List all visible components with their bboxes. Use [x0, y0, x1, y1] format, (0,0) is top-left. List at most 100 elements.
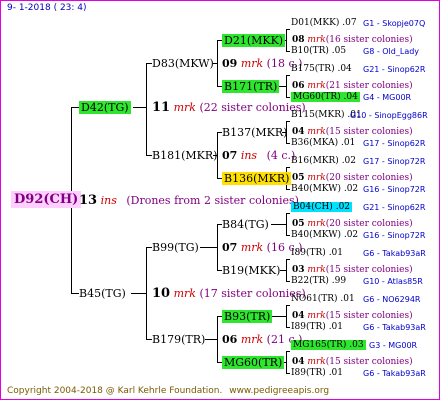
gen2-node[interactable]: B179(TR)	[152, 333, 205, 346]
connector	[205, 339, 217, 340]
root-queen[interactable]: D92(CH)	[11, 191, 82, 208]
root-desc: (Drones from 2 sister colonies)	[126, 194, 299, 207]
gen3-node[interactable]: B171(TR)	[222, 80, 280, 93]
gen4-node[interactable]: B175(TR) .04	[291, 64, 352, 75]
gen4-year: .01	[340, 294, 355, 304]
gen4-code: G21 - Sinop62R	[363, 203, 426, 212]
gen4-name: MG165(TR)	[293, 340, 347, 350]
gen2-node[interactable]: B181(MKR)	[152, 149, 217, 162]
gen1-name: B45(TG)	[79, 287, 126, 300]
gen3-num: 04	[292, 127, 305, 137]
gen3-info: 05 mrk(20 sister colonies)	[292, 173, 413, 184]
gen4-year: .07	[342, 18, 357, 28]
gen3-info: 04 mrk(15 sister colonies)	[292, 127, 413, 138]
gen4-node[interactable]: B16(MKR) .02	[291, 156, 356, 167]
gen4-name: I89(TR)	[291, 248, 326, 258]
gen4-name: I89(TR)	[291, 368, 326, 378]
gen3-node[interactable]: B136(MKR)	[222, 172, 292, 185]
connector	[217, 316, 218, 362]
connector	[146, 247, 147, 339]
gen4-node[interactable]: B10(TR) .05	[291, 46, 346, 57]
gen1-name: D42(TG)	[79, 101, 131, 114]
connector	[286, 327, 290, 328]
gen2-info: 07 ins (4 c.)	[222, 149, 295, 162]
gen4-code: G1 - Skopje07Q	[363, 19, 426, 28]
gen2-node[interactable]: D83(MKW)	[152, 57, 214, 70]
gen4-node[interactable]: MG60(TR) .04	[291, 92, 360, 103]
gen3-num: 05	[292, 173, 305, 183]
gen3-name: B171(TR)	[222, 80, 280, 93]
connector	[286, 213, 290, 214]
gen4-code: G4 - MG00R	[363, 93, 412, 102]
gen3-node[interactable]: B137(MKR)	[222, 126, 287, 139]
gen3-num: 05	[292, 219, 305, 229]
gen4-node[interactable]: MG165(TR) .03	[291, 340, 366, 351]
gen4-node[interactable]: B40(MKW) .02	[291, 230, 358, 241]
gen3-info: 08 mrk(16 sister colonies)	[292, 35, 413, 46]
connector	[200, 247, 217, 248]
gen3-node[interactable]: B19(MKK)	[222, 264, 280, 277]
root-ins: ins	[100, 194, 117, 207]
connector	[146, 63, 147, 155]
gen1-info: 10 mrk (17 sister colonies)	[152, 286, 306, 301]
connector	[271, 224, 286, 225]
gen4-code: G10 - SinopEgg86R	[350, 111, 428, 120]
connector	[286, 189, 290, 190]
gen4-node[interactable]: B40(MKW) .02	[291, 184, 358, 195]
gen3-num: 03	[292, 265, 305, 275]
gen4-name: NO61(TR)	[291, 294, 338, 304]
gen3-node[interactable]: MG60(TR)	[222, 356, 285, 369]
gen4-node[interactable]: NO61(TR) .01	[291, 294, 355, 305]
gen3-num: 08	[292, 35, 305, 45]
connector	[217, 224, 218, 270]
gen3-desc: (15 sister colonies)	[325, 357, 413, 367]
root-info: 13 ins (Drones from 2 sister colonies)	[79, 193, 299, 208]
gen4-year: .01	[328, 322, 344, 332]
gen4-node[interactable]: B36(MKA) .01	[291, 138, 355, 149]
gen4-node[interactable]: I89(TR) .01	[291, 368, 343, 379]
gen3-name: B136(MKR)	[222, 172, 292, 185]
gen3-node[interactable]: D21(MKK)	[222, 34, 286, 47]
gen3-node[interactable]: B84(TG)	[222, 218, 269, 231]
gen3-node[interactable]: B93(TR)	[222, 310, 273, 323]
gen3-desc: (15 sister colonies)	[325, 265, 413, 275]
gen4-code: G10 - Atlas85R	[363, 277, 423, 286]
gen4-node[interactable]: B22(TR) .99	[291, 276, 346, 287]
gen2-node[interactable]: B99(TG)	[152, 241, 199, 254]
gen3-desc: (21 sister colonies)	[325, 81, 413, 91]
site-link[interactable]: www.pedigreeapis.org	[229, 386, 329, 396]
connector	[71, 293, 79, 294]
gen4-node[interactable]: I89(TR) .01	[291, 322, 343, 333]
gen4-name: MG60(TR)	[293, 92, 341, 102]
connector	[286, 305, 290, 306]
gen1-node[interactable]: D42(TG)	[79, 101, 131, 114]
connector	[131, 293, 146, 294]
gen4-name: B22(TR)	[291, 276, 329, 286]
gen4-node[interactable]: I89(TR) .01	[291, 248, 343, 259]
gen4-year: .01	[341, 138, 356, 148]
gen3-name: B93(TR)	[222, 310, 273, 323]
gen1-num: 11	[152, 100, 171, 115]
connector	[271, 316, 286, 317]
gen3-mrk: mrk	[307, 35, 326, 45]
connector	[71, 107, 79, 108]
gen4-name: B36(MKA)	[291, 138, 339, 148]
connector	[286, 259, 290, 260]
gen3-name: D21(MKK)	[222, 34, 286, 47]
gen4-code: G17 - Sinop62R	[363, 139, 426, 148]
gen1-desc: (17 sister colonies)	[199, 287, 306, 300]
gen4-year: .99	[331, 276, 347, 286]
connector	[286, 29, 287, 51]
connector	[217, 40, 218, 86]
gen3-desc: (15 sister colonies)	[325, 127, 413, 137]
gen3-num: 04	[292, 311, 305, 321]
connector	[286, 305, 287, 327]
gen3-num: 04	[292, 357, 305, 367]
connector	[286, 143, 290, 144]
connector	[286, 351, 290, 352]
gen4-node[interactable]: B04(CH) .02	[291, 202, 353, 213]
connector	[280, 270, 286, 271]
gen4-node[interactable]: D01(MKK) .07	[291, 18, 357, 29]
gen1-node[interactable]: B45(TG)	[79, 287, 126, 300]
connector	[133, 107, 146, 108]
